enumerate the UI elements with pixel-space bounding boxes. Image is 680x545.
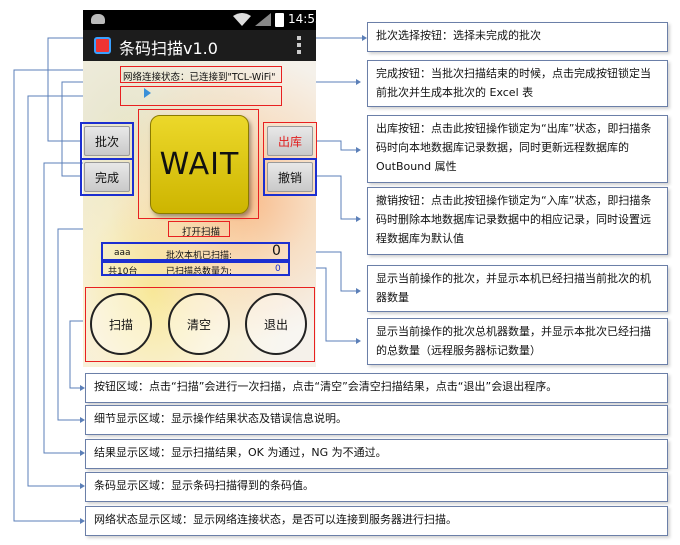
network-area-outline [120,66,282,83]
undo-button-outline [263,158,317,196]
callout-button-area: 按钮区域：点击“扫描”会进行一次扫描，点击“清空”会清空扫描结果，点击“退出”会… [85,373,668,403]
callout-result-area: 结果显示区域：显示扫描结果，OK 为通过，NG 为不通过。 [85,439,668,469]
outbound-button-outline [263,122,317,160]
barcode-area-outline [120,86,282,106]
callout-barcode-area: 条码显示区域：显示条码扫描得到的条码值。 [85,472,668,502]
callout-total-display: 显示当前操作的批次总机器数量，并显示本批次已经扫描的总数量（远程服务器标记数量） [367,318,668,365]
total-row-outline [101,261,290,276]
result-area-outline [138,109,259,219]
status-bar: 14:53 [83,10,323,30]
callout-batch-display: 显示当前操作的批次，并显示本机已经扫描当前批次的机器数量 [367,265,668,312]
clock: 14:53 [288,12,323,26]
callout-batch-select: 批次选择按钮：选择未完成的批次 [367,22,668,52]
callout-detail-area: 细节显示区域：显示操作结果状态及错误信息说明。 [85,405,668,435]
detail-area-outline [168,221,230,237]
callout-outbound: 出库按钮：点击此按钮操作锁定为“出库”状态，即扫描条码时向本地数据库记录数据，同… [367,115,668,183]
callout-complete: 完成按钮：当批次扫描结束的时候，点击完成按钮锁定当前批次并生成本批次的 Exce… [367,60,668,107]
app-title: 条码扫描v1.0 [119,39,218,58]
batch-row-outline [101,242,290,261]
battery-icon [275,13,284,27]
complete-button-outline [80,158,134,196]
app-bar: 条码扫描v1.0 [83,30,316,61]
wifi-icon [233,13,251,26]
batch-button-outline [80,122,134,160]
callout-undo: 撤销按钮：点击此按钮操作锁定为“入库”状态，即扫描条码时删除本地数据库记录数据中… [367,187,668,255]
button-area-outline [85,287,315,362]
callout-network-area: 网络状态显示区域：显示网络连接状态，是否可以连接到服务器进行扫描。 [85,506,668,536]
overflow-menu-icon[interactable] [297,36,301,56]
signal-icon [255,13,271,26]
app-icon [94,37,111,54]
android-icon [91,14,105,24]
